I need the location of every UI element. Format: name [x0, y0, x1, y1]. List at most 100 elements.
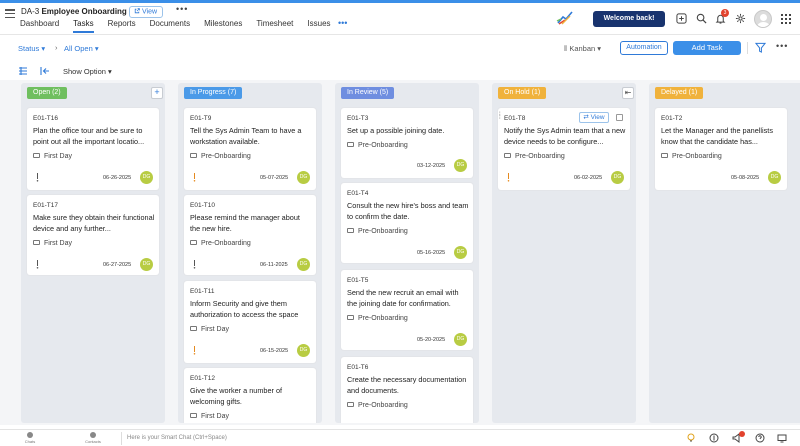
- assignee-avatar[interactable]: DG: [297, 258, 310, 271]
- task-select-checkbox[interactable]: [616, 114, 623, 121]
- project-view-button[interactable]: View: [129, 6, 164, 18]
- menu-icon[interactable]: [5, 9, 15, 19]
- assignee-avatar[interactable]: DG: [454, 159, 467, 172]
- task-title[interactable]: Create the necessary documentation and d…: [347, 375, 469, 396]
- task-title[interactable]: Plan the office tour and be sure to poin…: [33, 126, 155, 147]
- tab-documents[interactable]: Documents: [150, 19, 190, 33]
- lightbulb-icon[interactable]: [686, 433, 696, 443]
- tab-tasks[interactable]: Tasks: [73, 19, 94, 33]
- task-title[interactable]: Consult the new hire's boss and team to …: [347, 201, 469, 222]
- task-card[interactable]: E01-T10 Please remind the manager about …: [184, 195, 316, 275]
- folder-icon: [347, 228, 354, 233]
- assignee-avatar[interactable]: DG: [297, 171, 310, 184]
- assignee-avatar[interactable]: DG: [140, 258, 153, 271]
- tab-milestones[interactable]: Milestones: [204, 19, 242, 33]
- all-open-dropdown[interactable]: All Open ▾: [64, 44, 99, 53]
- tab-timesheet[interactable]: Timesheet: [256, 19, 293, 33]
- priority-medium-icon: [193, 173, 196, 182]
- toolbar-more-button[interactable]: •••: [776, 41, 788, 51]
- currency-icon[interactable]: [709, 433, 719, 443]
- task-card[interactable]: ⁞ ⁞ E01-T8 ⇄ View Notify the Sys Admin te…: [498, 108, 630, 190]
- task-card[interactable]: E01-T3 Set up a possible joining date. P…: [341, 108, 473, 178]
- column-header-label: Delayed (1): [655, 87, 704, 99]
- task-view-button[interactable]: ⇄ View: [579, 112, 609, 123]
- task-due-date: 06-11-2025: [260, 262, 288, 268]
- add-icon[interactable]: [676, 13, 687, 24]
- user-avatar[interactable]: [754, 10, 772, 28]
- task-card[interactable]: E01-T6 Create the necessary documentatio…: [341, 357, 473, 423]
- task-title[interactable]: Please remind the manager about the new …: [190, 213, 312, 234]
- task-list-label: First Day: [44, 153, 72, 160]
- column-header-label: On Hold (1): [498, 87, 547, 99]
- assignee-avatar[interactable]: DG: [140, 171, 153, 184]
- assignee-avatar[interactable]: DG: [297, 344, 310, 357]
- task-card[interactable]: E01-T5 Send the new recruit an email wit…: [341, 270, 473, 350]
- tabs-more-button[interactable]: •••: [338, 18, 347, 28]
- external-link-icon: [134, 8, 140, 14]
- task-due-date: 06-15-2025: [260, 348, 289, 354]
- screen-share-icon[interactable]: [777, 433, 787, 443]
- task-title[interactable]: Inform Security and give them authorizat…: [190, 299, 312, 320]
- view-toolbar: Status ▾ › All Open ▾ ⦀ Kanban ▾ Automati…: [0, 37, 800, 59]
- add-task-button[interactable]: Add Task: [673, 41, 741, 55]
- column-header-label: Open (2): [27, 87, 67, 99]
- task-title[interactable]: Make sure they obtain their functional d…: [33, 213, 155, 234]
- task-card[interactable]: E01-T16 Plan the office tour and be sure…: [27, 108, 159, 190]
- assignee-avatar[interactable]: DG: [768, 171, 781, 184]
- task-card[interactable]: E01-T12 Give the worker a number of welc…: [184, 368, 316, 423]
- task-due-date: 03-12-2025: [417, 163, 446, 169]
- task-list-tag: Pre-Onboarding: [347, 228, 408, 235]
- app-grid-icon[interactable]: [781, 14, 791, 24]
- welcome-banner[interactable]: Welcome back!: [593, 11, 665, 27]
- notification-count-badge: 3: [721, 9, 729, 17]
- task-title[interactable]: Notify the Sys Admin team that a new dev…: [504, 126, 626, 147]
- automation-button[interactable]: Automation: [620, 41, 668, 55]
- task-card[interactable]: E01-T2 Let the Manager and the panellist…: [655, 108, 787, 190]
- tab-dashboard[interactable]: Dashboard: [20, 19, 59, 33]
- task-list-tag: Pre-Onboarding: [347, 315, 408, 322]
- project-more-button[interactable]: •••: [176, 4, 188, 14]
- assignee-avatar[interactable]: DG: [611, 171, 624, 184]
- task-card[interactable]: E01-T9 Tell the Sys Admin Team to have a…: [184, 108, 316, 190]
- column-header-label: In Progress (7): [184, 87, 243, 99]
- task-card[interactable]: E01-T17 Make sure they obtain their func…: [27, 195, 159, 275]
- task-title[interactable]: Give the worker a number of welcoming gi…: [190, 386, 312, 407]
- group-by-icon[interactable]: [18, 66, 28, 76]
- task-list-tag: First Day: [190, 413, 229, 420]
- add-task-in-column-button[interactable]: +: [151, 87, 163, 99]
- help-icon[interactable]: [755, 433, 765, 443]
- drag-handle-icon[interactable]: ⁞ ⁞: [499, 112, 501, 121]
- smart-chat-input[interactable]: Here is your Smart Chat (Ctrl+Space): [127, 435, 227, 441]
- task-id: E01-T6: [347, 364, 369, 371]
- kanban-view-dropdown[interactable]: ⦀ Kanban ▾: [564, 44, 601, 54]
- task-title[interactable]: Let the Manager and the panellists know …: [661, 126, 783, 147]
- collapse-icon[interactable]: [40, 66, 50, 76]
- filter-icon[interactable]: [755, 42, 766, 53]
- project-name[interactable]: Employee Onboarding: [41, 7, 126, 16]
- contacts-icon: [90, 432, 96, 438]
- task-title[interactable]: Set up a possible joining date.: [347, 126, 469, 137]
- gear-icon[interactable]: [735, 13, 746, 24]
- tab-issues[interactable]: Issues: [307, 19, 330, 33]
- folder-icon: [190, 413, 197, 418]
- tab-reports[interactable]: Reports: [108, 19, 136, 33]
- search-icon[interactable]: [696, 13, 707, 24]
- assignee-avatar[interactable]: DG: [454, 246, 467, 259]
- task-card[interactable]: E01-T4 Consult the new hire's boss and t…: [341, 183, 473, 263]
- priority-medium-icon: [507, 173, 510, 182]
- task-card[interactable]: E01-T11 Inform Security and give them au…: [184, 281, 316, 363]
- chats-button[interactable]: Chats: [18, 431, 42, 444]
- folder-icon: [190, 326, 197, 331]
- assignee-avatar[interactable]: DG: [454, 333, 467, 346]
- project-breadcrumb: DA-3 Employee Onboarding: [21, 7, 127, 16]
- task-title[interactable]: Send the new recruit an email with the j…: [347, 288, 469, 309]
- show-option-dropdown[interactable]: Show Option ▾: [63, 67, 112, 76]
- collapse-column-icon[interactable]: ⇤: [622, 87, 634, 99]
- task-list-label: First Day: [201, 326, 229, 333]
- contacts-button[interactable]: Contacts: [81, 431, 105, 444]
- status-dropdown[interactable]: Status ▾: [18, 44, 45, 53]
- task-title[interactable]: Tell the Sys Admin Team to have a workst…: [190, 126, 312, 147]
- kanban-column-open: Open (2) + E01-T16 Plan the office tour …: [21, 83, 165, 423]
- task-list-tag: Pre-Onboarding: [190, 240, 251, 247]
- task-id: E01-T3: [347, 115, 369, 122]
